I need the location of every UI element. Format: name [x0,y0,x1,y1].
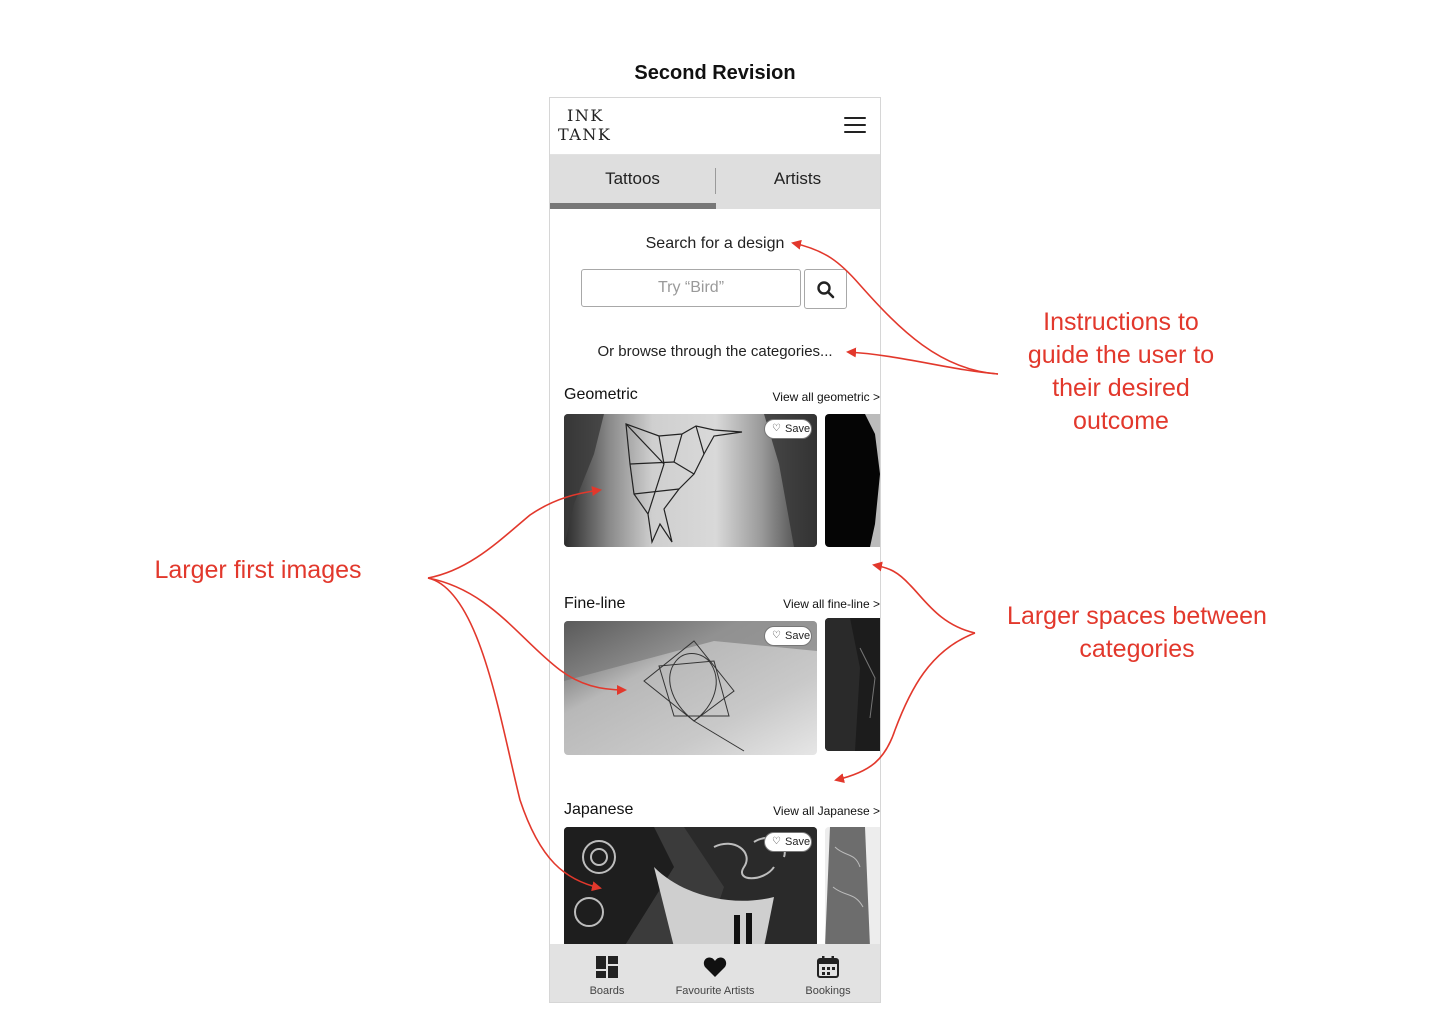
annotation-line: Instructions to [1043,308,1199,336]
annotation-line: guide the user to [1027,341,1215,369]
annotation-instructions: Instructions to guide the user to their … [990,306,1252,438]
annotation-line: outcome [1073,407,1169,435]
annotation-arrows [427,239,999,892]
annotation-larger-spaces: Larger spaces between categories [982,600,1292,666]
annotation-line: Larger spaces between [1007,602,1267,630]
annotation-line: categories [1079,635,1195,663]
annotation-larger-images: Larger first images [154,556,362,584]
annotation-line: their desired [1052,374,1190,402]
